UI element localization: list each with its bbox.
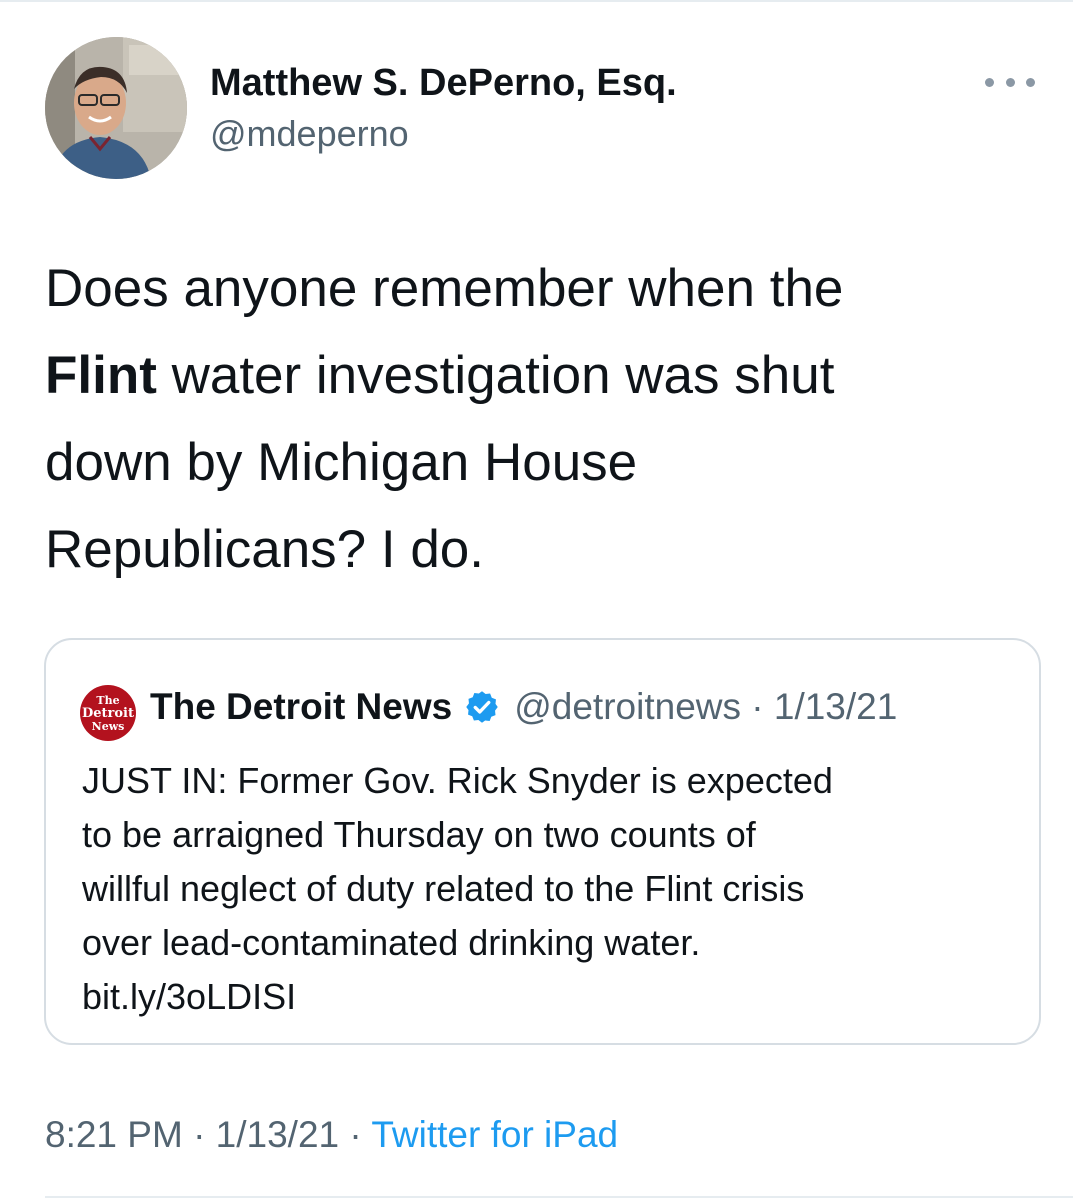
tweet-text: Does anyone remember when the Flint wate… <box>45 245 1035 593</box>
quoted-tweet-card[interactable]: The Detroit News The Detroit News @detro… <box>44 638 1041 1045</box>
logo-text-mid: Detroit <box>81 705 134 721</box>
dot <box>1026 77 1035 87</box>
verified-badge-icon <box>466 691 498 723</box>
tweet-source-link[interactable]: Twitter for iPad <box>371 1114 618 1155</box>
quoted-line: willful neglect of duty related to the F… <box>82 868 805 909</box>
author-name[interactable]: Matthew S. DePerno, Esq. <box>210 62 677 105</box>
tweet-line: Republicans? I do. <box>45 520 485 579</box>
quoted-handle-date[interactable]: @detroitnews · 1/13/21 <box>514 686 897 728</box>
tweet-time-date[interactable]: 8:21 PM · 1/13/21 · <box>45 1114 371 1155</box>
dot <box>985 77 994 87</box>
tweet-line: Flint water investigation was shut <box>45 346 835 405</box>
dot <box>1005 77 1015 87</box>
tweet-line: Does anyone remember when the <box>45 259 844 318</box>
quoted-line: to be arraigned Thursday on two counts o… <box>82 814 756 855</box>
quoted-line: over lead-contaminated drinking water. <box>82 922 701 963</box>
logo-text-bottom: News <box>91 719 125 733</box>
bold-word: Flint <box>45 346 157 405</box>
logo-text-top: The <box>96 693 120 707</box>
more-options-icon[interactable] <box>985 64 1035 100</box>
quoted-text: JUST IN: Former Gov. Rick Snyder is expe… <box>82 754 1022 1024</box>
avatar-photo <box>45 37 187 179</box>
detroit-news-logo[interactable]: The Detroit News <box>80 685 136 741</box>
author-handle[interactable]: @mdeperno <box>210 113 409 155</box>
quoted-line: JUST IN: Former Gov. Rick Snyder is expe… <box>82 760 833 801</box>
tweet-meta: 8:21 PM · 1/13/21 · Twitter for iPad <box>45 1114 618 1156</box>
author-avatar[interactable] <box>45 37 187 179</box>
quoted-header: The Detroit News @detroitnews · 1/13/21 <box>150 684 897 730</box>
quoted-author-name[interactable]: The Detroit News <box>150 686 452 728</box>
quoted-link[interactable]: bit.ly/3oLDISI <box>82 970 1022 1024</box>
top-divider <box>0 0 1073 2</box>
bottom-divider <box>45 1196 1073 1198</box>
tweet-line: down by Michigan House <box>45 433 638 492</box>
